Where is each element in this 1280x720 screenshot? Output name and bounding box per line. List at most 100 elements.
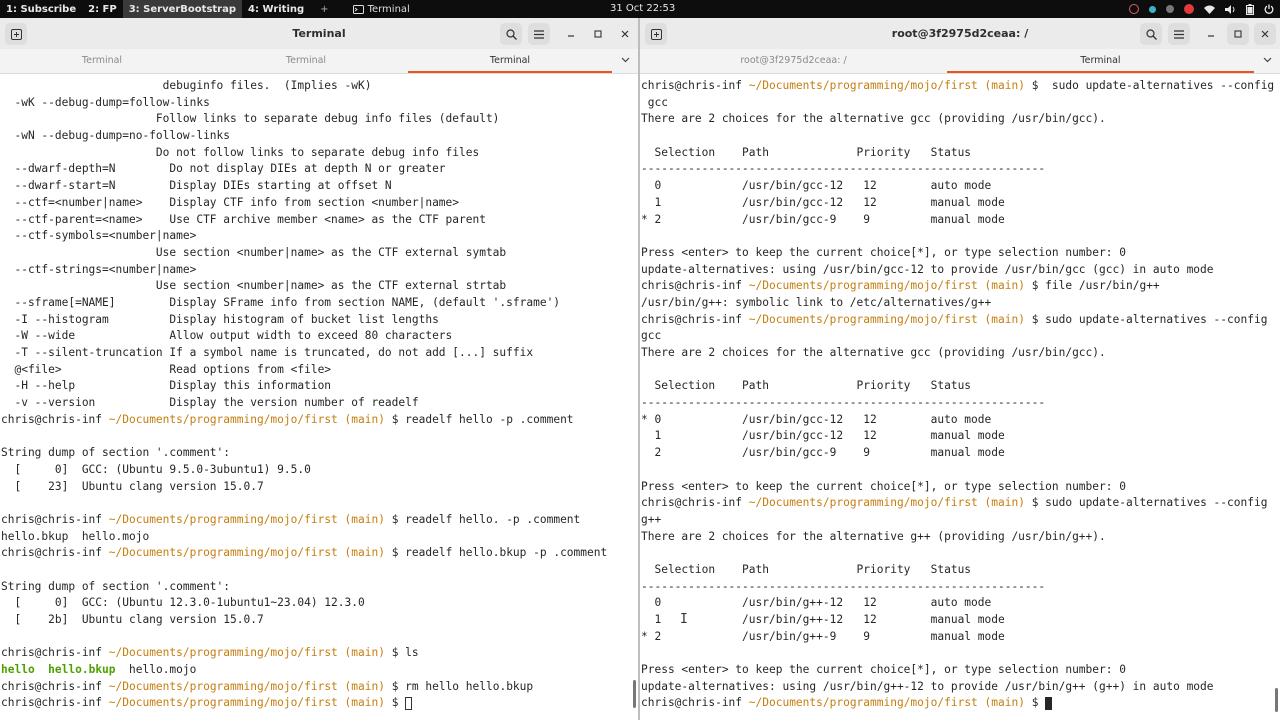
output-line: -wK --debug-dump=follow-links bbox=[1, 95, 210, 109]
prompt-command: $ sudo update-alternatives --config bbox=[1024, 79, 1275, 92]
output-line: Follow links to separate debug info file… bbox=[1, 112, 500, 126]
right-new-tab-button[interactable] bbox=[645, 23, 667, 45]
left-tab-3[interactable]: Terminal bbox=[408, 49, 612, 73]
record-icon[interactable] bbox=[1129, 4, 1139, 14]
notification-icon[interactable] bbox=[1184, 4, 1194, 14]
output-line: There are 2 choices for the alternative … bbox=[641, 346, 1106, 359]
left-menu-button[interactable] bbox=[528, 23, 550, 45]
prompt-git-branch: (main) bbox=[337, 679, 385, 693]
prompt-line: chris@chris-inf ~/Documents/programming/… bbox=[1, 695, 638, 712]
right-search-button[interactable] bbox=[1140, 23, 1162, 45]
app-indicator-icon[interactable] bbox=[1149, 5, 1156, 13]
workspace-list: 1: Subscribe 2: FP 3: ServerBootstrap 4: Wr… bbox=[0, 0, 310, 18]
search-icon bbox=[1145, 28, 1157, 40]
left-new-tab-button[interactable] bbox=[5, 23, 27, 45]
left-close-button[interactable] bbox=[614, 23, 636, 45]
output-line: 0 /usr/bin/g++-12 12 auto mode bbox=[641, 596, 992, 610]
output-line: -T --silent-truncation If a symbol name … bbox=[1, 346, 534, 359]
prompt-path: ~/Documents/programming/mojo/first bbox=[742, 279, 978, 293]
output-line: --ctf-symbols=<number|name> bbox=[1, 229, 197, 243]
output-line: --ctf-parent=<name> Use CTF archive memb… bbox=[1, 212, 486, 226]
left-minimize-button[interactable] bbox=[560, 23, 582, 45]
ls-executable: hello bbox=[1, 663, 35, 677]
volume-icon[interactable] bbox=[1225, 4, 1236, 14]
right-maximize-button[interactable] bbox=[1227, 23, 1249, 45]
right-tab-1[interactable]: root@3f2975d2ceaa: / bbox=[640, 49, 947, 73]
output-line: hello hello.bkup hello.mojo bbox=[1, 662, 638, 679]
add-workspace-button[interactable]: + bbox=[310, 0, 338, 18]
taskbar-terminal[interactable]: Terminal bbox=[352, 4, 410, 15]
right-terminal-window: root@3f2975d2ceaa: / root@3f2975d2ceaa: … bbox=[640, 18, 1280, 720]
prompt-user: chris@chris-inf bbox=[1, 679, 103, 693]
output-line: --sframe[=NAME] Display SFrame info from… bbox=[1, 295, 561, 309]
right-headerbar: root@3f2975d2ceaa: / bbox=[640, 18, 1280, 50]
prompt-path: ~/Documents/programming/mojo/first bbox=[102, 679, 338, 693]
output-line: /usr/bin/g++: symbolic link to /etc/alte… bbox=[641, 295, 992, 309]
right-minimize-button[interactable] bbox=[1200, 23, 1222, 45]
prompt-git-branch: (main) bbox=[977, 279, 1025, 293]
left-scrollbar-thumb[interactable] bbox=[633, 680, 636, 708]
output-line: hello.bkup hello.mojo bbox=[1, 529, 150, 543]
right-tabs-dropdown[interactable] bbox=[1254, 49, 1280, 73]
extension-icon[interactable] bbox=[1166, 5, 1174, 13]
output-line: String dump of section '.comment': bbox=[1, 579, 231, 593]
output-line: ----------------------------------------… bbox=[641, 579, 1046, 593]
left-tabs-dropdown[interactable] bbox=[612, 49, 638, 73]
hamburger-menu-icon bbox=[534, 29, 544, 39]
terminal-app-icon bbox=[352, 4, 364, 14]
prompt-git-branch: (main) bbox=[977, 79, 1025, 92]
chevron-down-icon bbox=[1263, 57, 1271, 63]
output-line: [ 2b] Ubuntu clang version 15.0.7 bbox=[1, 613, 264, 626]
new-tab-icon bbox=[650, 28, 662, 40]
output-line: g++ bbox=[641, 512, 662, 526]
prompt-user: chris@chris-inf bbox=[1, 512, 103, 526]
prompt-line: chris@chris-inf ~/Documents/programming/… bbox=[1, 679, 638, 696]
right-close-button[interactable] bbox=[1254, 23, 1276, 45]
workspace-2[interactable]: 2: FP bbox=[82, 0, 123, 18]
prompt-git-branch: (main) bbox=[337, 512, 385, 526]
right-menu-button[interactable] bbox=[1168, 23, 1190, 45]
output-line: 1 /usr/bin/gcc-12 12 manual mode bbox=[641, 429, 1005, 443]
left-tab-bar: Terminal Terminal Terminal bbox=[0, 49, 638, 74]
prompt-line: chris@chris-inf ~/Documents/programming/… bbox=[1, 545, 638, 562]
wifi-icon[interactable] bbox=[1204, 5, 1215, 14]
output-line: Press <enter> to keep the current choice… bbox=[641, 663, 1126, 677]
left-search-button[interactable] bbox=[500, 23, 522, 45]
prompt-git-branch: (main) bbox=[337, 696, 385, 710]
output-line: String dump of section '.comment': bbox=[1, 446, 231, 460]
text-cursor bbox=[1045, 696, 1053, 710]
minimize-icon bbox=[1208, 35, 1214, 37]
workspace-3[interactable]: 3: ServerBootstrap bbox=[122, 0, 243, 18]
output-line: --ctf=<number|name> Display CTF info fro… bbox=[1, 195, 460, 209]
workspace-4[interactable]: 4: Writing bbox=[242, 0, 310, 18]
output-line: update-alternatives: using /usr/bin/gcc-… bbox=[641, 262, 1214, 276]
prompt-path: ~/Documents/programming/mojo/first bbox=[742, 79, 978, 92]
left-tab-2[interactable]: Terminal bbox=[204, 49, 408, 73]
right-tab-2[interactable]: Terminal bbox=[947, 49, 1254, 73]
right-terminal-output[interactable]: chris@chris-inf ~/Documents/programming/… bbox=[640, 78, 1280, 720]
power-icon[interactable] bbox=[1264, 4, 1274, 14]
output-line: There are 2 choices for the alternative … bbox=[641, 112, 1106, 126]
battery-icon[interactable] bbox=[1246, 3, 1254, 15]
left-terminal-output[interactable]: debuginfo files. (Implies -wK) -wK --deb… bbox=[0, 78, 638, 720]
prompt-command: $ bbox=[1024, 696, 1046, 710]
left-tab-1[interactable]: Terminal bbox=[0, 49, 204, 73]
chevron-down-icon bbox=[621, 57, 629, 63]
output-line: Use section <number|name> as the CTF ext… bbox=[1, 245, 507, 259]
hamburger-menu-icon bbox=[1174, 29, 1184, 39]
prompt-git-branch: (main) bbox=[977, 496, 1025, 510]
prompt-command: $ readelf hello.bkup -p .comment bbox=[384, 546, 608, 560]
workspace-1[interactable]: 1: Subscribe bbox=[0, 0, 82, 18]
output-line: --ctf-strings=<number|name> bbox=[1, 262, 197, 276]
right-tab-bar: root@3f2975d2ceaa: / Terminal bbox=[640, 49, 1280, 74]
left-maximize-button[interactable] bbox=[587, 23, 609, 45]
output-line: gcc bbox=[641, 95, 668, 109]
output-line: debuginfo files. (Implies -wK) bbox=[1, 79, 372, 92]
right-scrollbar-thumb[interactable] bbox=[1275, 688, 1278, 712]
output-line: gcc bbox=[641, 329, 662, 343]
close-icon bbox=[1261, 30, 1269, 38]
clock[interactable]: 31 Oct 22:53 bbox=[610, 0, 675, 18]
